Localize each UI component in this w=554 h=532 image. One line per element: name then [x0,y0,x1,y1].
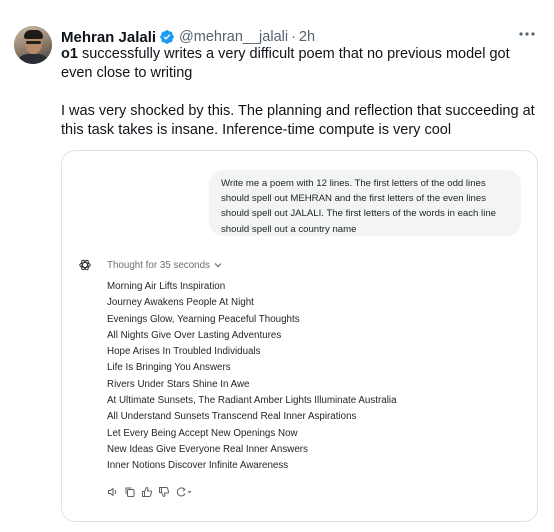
poem-line: Let Every Being Accept New Openings Now [107,427,298,439]
tweet[interactable]: Mehran Jalali @mehran__jalali · 2h o1 su… [0,0,554,532]
thought-duration[interactable]: Thought for 35 seconds [107,260,210,271]
tweet-line1-rest: successfully writes a very difficult poe… [61,46,510,81]
poem-line: Hope Arises In Troubled Individuals [107,346,261,358]
read-aloud-icon[interactable] [107,485,119,497]
poem-line: Rivers Under Stars Shine In Awe [107,378,250,390]
poem-line: Life Is Bringing You Answers [107,362,231,374]
user-prompt-bubble: Write me a poem with 12 lines. The first… [209,170,521,236]
chevron-down-icon[interactable] [214,260,222,270]
tweet-bold-o1: o1 [61,46,78,62]
poem: Morning Air Lifts Inspiration Journey Aw… [107,279,527,475]
chat-screenshot-card[interactable]: Write me a poem with 12 lines. The first… [61,150,538,522]
regenerate-icon[interactable] [175,485,193,497]
verified-badge-icon [159,29,175,45]
thought-indicator: Thought for 35 seconds [78,258,222,272]
thumbs-down-icon[interactable] [158,485,170,498]
poem-line: Evenings Glow, Yearning Peaceful Thought… [107,313,300,325]
poem-line: New Ideas Give Everyone Real Inner Answe… [107,443,308,455]
poem-line: Morning Air Lifts Inspiration [107,281,226,292]
poem-line: At Ultimate Sunsets, The Radiant Amber L… [107,395,397,407]
tweet-paragraph-1: o1 successfully writes a very difficult … [61,45,541,83]
tweet-header: Mehran Jalali @mehran__jalali · 2h [61,27,315,47]
timestamp[interactable]: 2h [299,29,315,45]
handle[interactable]: @mehran__jalali [179,29,288,45]
tweet-paragraph-2: I was very shocked by this. The planning… [61,103,535,138]
poem-line: All Understand Sunsets Transcend Real In… [107,411,357,423]
chatgpt-logo-icon [78,258,92,272]
poem-line: Journey Awakens People At Night [107,297,254,309]
poem-line: Inner Notions Discover Infinite Awarenes… [107,460,289,472]
display-name[interactable]: Mehran Jalali [61,29,156,46]
copy-icon[interactable] [124,485,136,497]
separator-dot: · [291,29,296,45]
avatar[interactable] [14,26,52,64]
thumbs-up-icon[interactable] [141,485,153,497]
poem-line: All Nights Give Over Lasting Adventures [107,329,282,341]
tweet-text: o1 successfully writes a very difficult … [61,45,541,140]
message-actions [107,485,193,498]
more-options-icon[interactable] [518,24,536,42]
